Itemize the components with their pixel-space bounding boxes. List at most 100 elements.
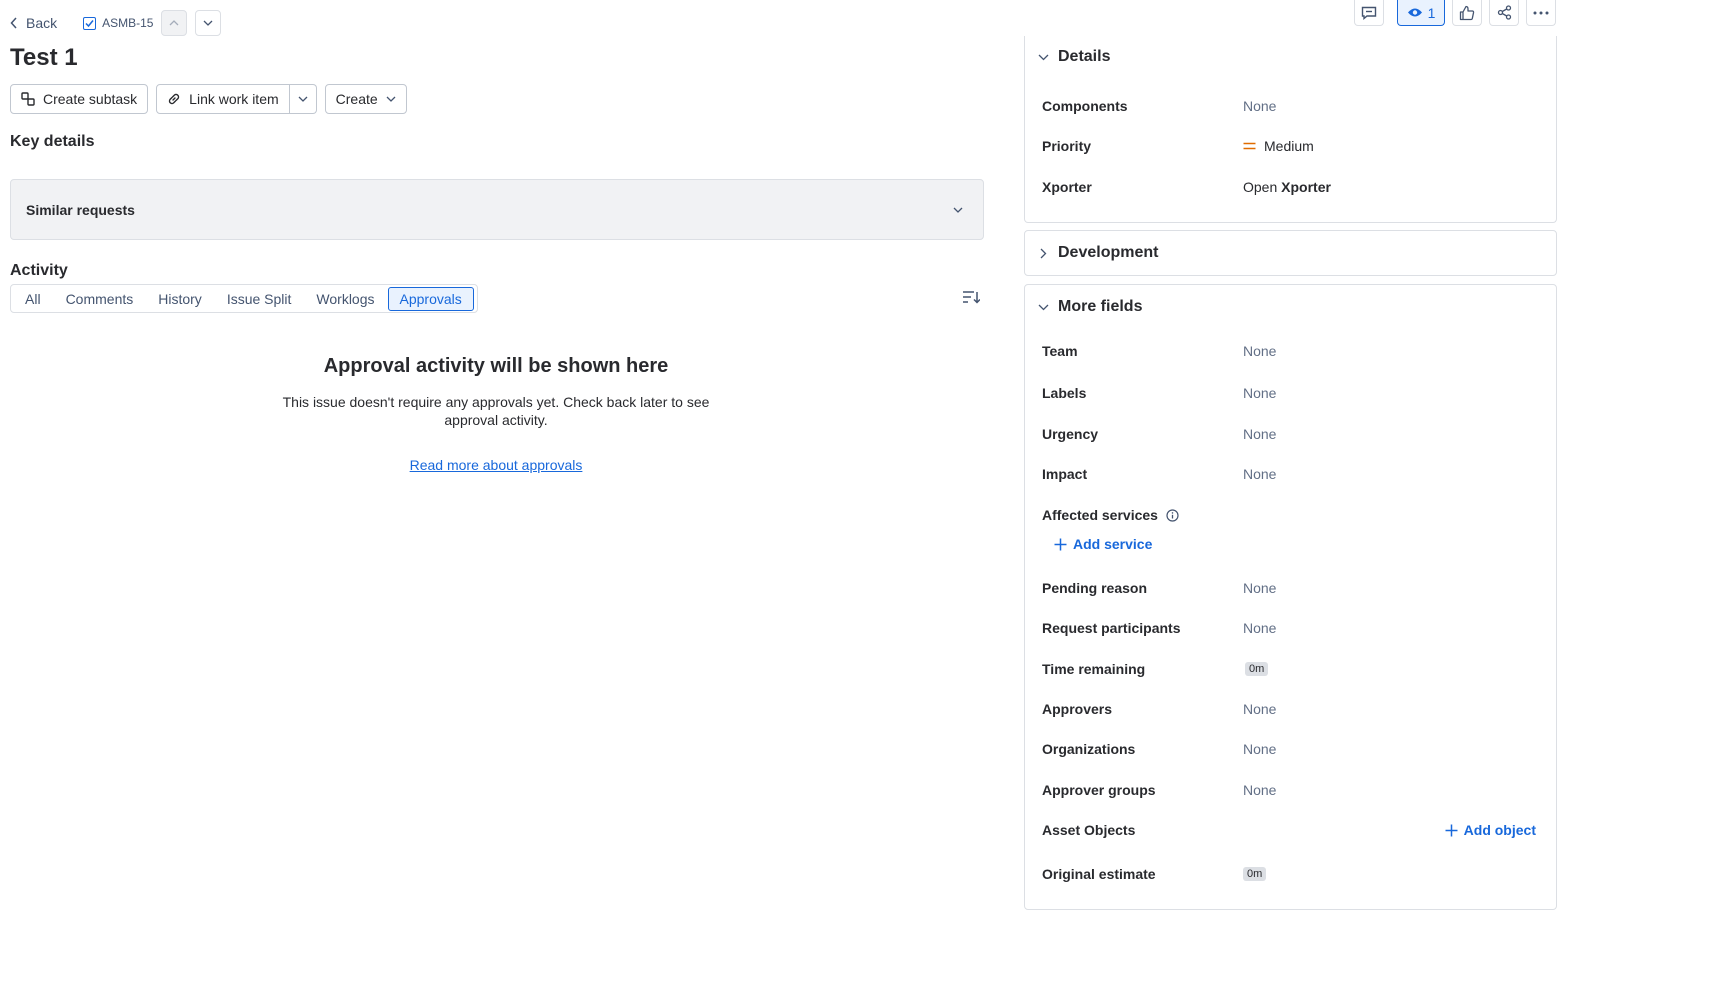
create-subtask-button[interactable]: Create subtask <box>10 84 149 114</box>
development-panel[interactable]: Development <box>1024 230 1557 276</box>
feedback-icon <box>1361 6 1377 20</box>
labels-value[interactable]: None <box>1243 385 1276 401</box>
tab-comments[interactable]: Comments <box>54 287 146 311</box>
chevron-up-icon <box>170 20 179 26</box>
link-icon <box>169 93 180 105</box>
chevron-down-icon <box>1038 304 1049 310</box>
approvers-field: Approvers None <box>1042 701 1536 717</box>
issue-key-link[interactable]: ASMB-15 <box>83 16 153 30</box>
affected-services-label-wrap: Affected services <box>1042 507 1179 523</box>
original-estimate-label: Original estimate <box>1042 866 1156 882</box>
details-heading: Details <box>1058 48 1111 65</box>
approver-groups-field: Approver groups None <box>1042 782 1536 798</box>
xporter-prefix: Open <box>1243 179 1278 195</box>
similar-requests-panel[interactable]: Similar requests <box>10 179 984 240</box>
impact-value[interactable]: None <box>1243 466 1276 482</box>
priority-label: Priority <box>1042 138 1092 154</box>
back-button[interactable]: Back <box>10 15 57 31</box>
approvers-label: Approvers <box>1042 701 1113 717</box>
empty-description-1: This issue doesn't require any approvals… <box>282 394 710 410</box>
urgency-field: Urgency None <box>1042 426 1536 442</box>
add-object-button[interactable]: Add object <box>1445 822 1536 838</box>
request-participants-field: Request participants None <box>1042 620 1536 636</box>
team-value[interactable]: None <box>1243 343 1276 359</box>
tab-all[interactable]: All <box>13 287 53 311</box>
urgency-value[interactable]: None <box>1243 426 1276 442</box>
time-remaining-label: Time remaining <box>1042 661 1146 677</box>
chevron-down-icon <box>298 96 308 102</box>
like-button[interactable] <box>1452 0 1482 26</box>
info-icon[interactable] <box>1166 508 1179 522</box>
action-bar: Create subtask Link work item Create <box>10 84 407 114</box>
details-header[interactable]: Details <box>1038 48 1110 66</box>
sort-icon <box>963 291 981 304</box>
plus-icon <box>1054 538 1067 550</box>
xporter-link[interactable]: Open Xporter <box>1243 179 1331 195</box>
tab-history[interactable]: History <box>146 287 214 311</box>
create-label: Create <box>335 91 378 107</box>
development-header[interactable]: Development <box>1038 244 1158 262</box>
organizations-field: Organizations None <box>1042 741 1536 757</box>
back-label: Back <box>26 15 58 31</box>
more-fields-header[interactable]: More fields <box>1038 298 1142 316</box>
watch-button[interactable]: 1 <box>1397 0 1445 26</box>
more-fields-heading: More fields <box>1058 298 1143 315</box>
tab-worklogs[interactable]: Worklogs <box>304 287 386 311</box>
approver-groups-label: Approver groups <box>1042 782 1156 798</box>
key-details-heading: Key details <box>10 133 95 150</box>
chevron-down-icon <box>386 96 396 102</box>
organizations-value[interactable]: None <box>1243 741 1276 757</box>
priority-medium-icon <box>1243 142 1256 150</box>
asset-objects-field: Asset Objects Add object <box>1042 822 1536 838</box>
create-button[interactable]: Create <box>324 84 407 114</box>
link-work-item-dropdown[interactable] <box>289 84 317 114</box>
request-participants-value[interactable]: None <box>1243 620 1276 636</box>
activity-tabs: All Comments History Issue Split Worklog… <box>10 284 478 313</box>
approver-groups-value[interactable]: None <box>1243 782 1276 798</box>
next-issue-button[interactable] <box>195 10 222 36</box>
chevron-down-icon <box>204 20 213 26</box>
tab-issue-split[interactable]: Issue Split <box>215 287 304 311</box>
create-subtask-label: Create subtask <box>43 91 138 107</box>
link-work-item-group: Link work item <box>156 84 317 114</box>
team-field: Team None <box>1042 343 1536 359</box>
components-field: Components None <box>1042 98 1536 114</box>
share-button[interactable] <box>1489 0 1519 26</box>
impact-label: Impact <box>1042 466 1088 482</box>
sort-button[interactable] <box>962 289 981 308</box>
pending-reason-value[interactable]: None <box>1243 580 1276 596</box>
eye-icon <box>1407 8 1422 17</box>
page-title[interactable]: Test 1 <box>10 44 78 72</box>
link-work-item-button[interactable]: Link work item <box>156 84 290 114</box>
pending-reason-label: Pending reason <box>1042 580 1148 596</box>
xporter-label: Xporter <box>1042 179 1092 195</box>
tab-approvals[interactable]: Approvals <box>387 286 474 311</box>
original-estimate-value: 0m <box>1243 867 1267 881</box>
top-bar: Back ASMB-15 <box>10 10 222 36</box>
approvers-value[interactable]: None <box>1243 701 1276 717</box>
feedback-button[interactable] <box>1354 0 1384 26</box>
add-service-row: Add service <box>1054 536 1536 552</box>
more-fields-panel: More fields Team None Labels None Urgenc… <box>1024 284 1557 910</box>
chevron-left-icon <box>10 17 17 29</box>
components-label: Components <box>1042 98 1128 114</box>
xporter-field: Xporter Open Xporter <box>1042 179 1536 195</box>
previous-issue-button[interactable] <box>161 10 188 36</box>
share-icon <box>1497 5 1511 20</box>
priority-field: Priority Medium <box>1042 138 1536 154</box>
add-service-button[interactable]: Add service <box>1054 536 1152 552</box>
empty-title: Approval activity will be shown here <box>323 355 669 377</box>
issue-toolbar: 1 <box>1354 0 1556 26</box>
more-actions-button[interactable] <box>1526 0 1556 26</box>
affected-services-field: Affected services <box>1042 507 1536 523</box>
labels-label: Labels <box>1042 385 1087 401</box>
affected-services-label: Affected services <box>1042 507 1158 523</box>
add-service-label: Add service <box>1073 536 1153 552</box>
details-panel: Details Components None Priority Medium … <box>1024 36 1557 223</box>
labels-field: Labels None <box>1042 385 1536 401</box>
urgency-label: Urgency <box>1042 426 1099 442</box>
read-more-link[interactable]: Read more about approvals <box>410 457 583 473</box>
approvals-empty-state: Approval activity will be shown here Thi… <box>276 355 716 473</box>
priority-value[interactable]: Medium <box>1243 138 1314 154</box>
components-value[interactable]: None <box>1243 98 1276 114</box>
